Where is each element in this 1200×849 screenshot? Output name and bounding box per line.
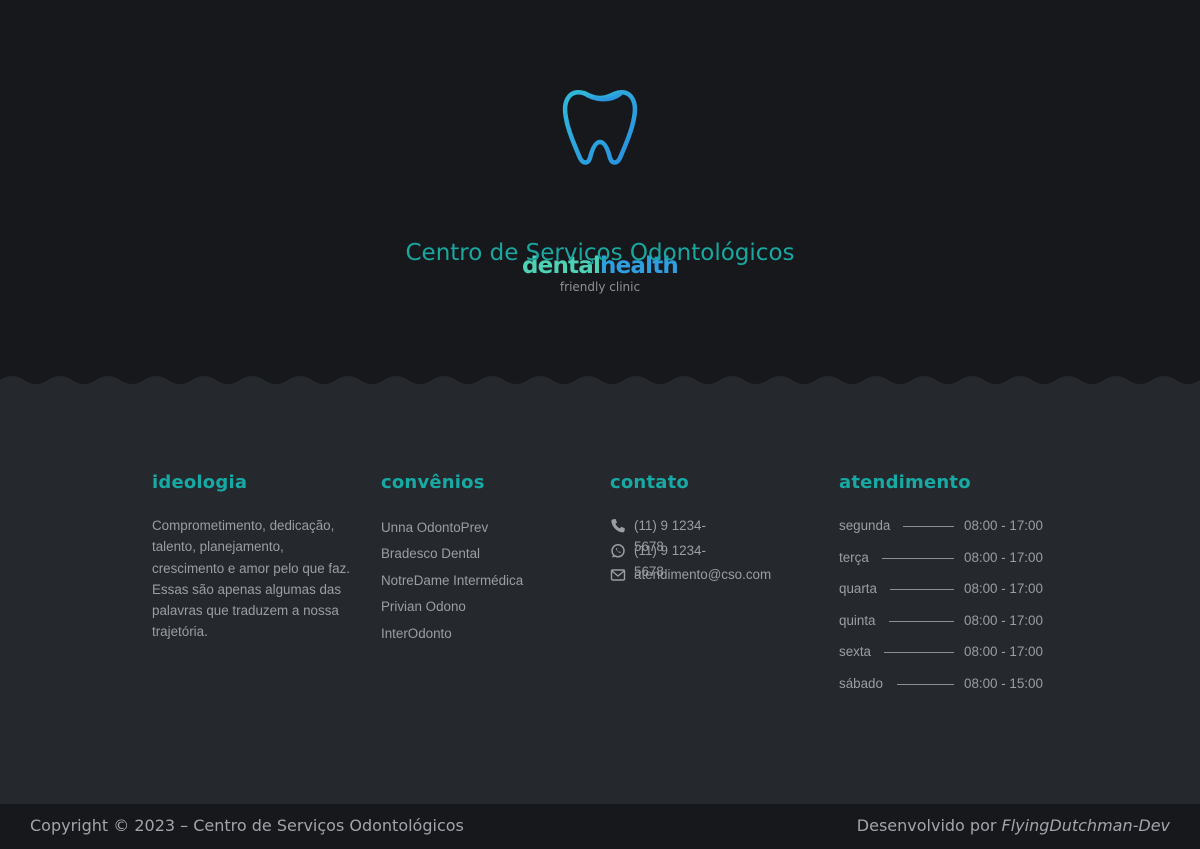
hours-row: quinta 08:00 - 17:00	[839, 610, 1069, 642]
hours-row: terça 08:00 - 17:00	[839, 547, 1069, 579]
hours-divider	[889, 620, 954, 622]
atendimento-column: atendimento segunda 08:00 - 17:00 terça …	[839, 472, 1069, 705]
hours-time: 08:00 - 17:00	[964, 644, 1043, 660]
tooth-icon	[562, 90, 638, 165]
hours-divider	[884, 652, 954, 654]
ideologia-text: Comprometimento, dedicação, talento, pla…	[152, 518, 350, 640]
brand-logo[interactable]: dentalhealth friendly clinic	[520, 84, 680, 294]
developer-link[interactable]: FlyingDutchman-Dev	[1002, 816, 1170, 835]
hours-day: segunda	[839, 518, 891, 533]
contato-column: contato (11) 9 1234-5678 (11) 9 1234-567…	[610, 472, 810, 582]
hours-divider	[897, 683, 954, 685]
phone-icon	[611, 519, 625, 533]
hours-day: sexta	[839, 644, 872, 660]
convenios-heading: convênios	[381, 472, 485, 493]
hours-time: 08:00 - 17:00	[964, 518, 1043, 533]
hours-divider	[903, 526, 954, 527]
hero-section: dentalhealth friendly clinic Centro de S…	[0, 0, 1200, 380]
hours-row: sexta 08:00 - 17:00	[839, 641, 1069, 673]
hours-row: sábado 08:00 - 15:00	[839, 673, 1069, 705]
convenio-item[interactable]: Bradesco Dental	[381, 541, 581, 567]
hours-row: segunda 08:00 - 17:00	[839, 515, 1069, 547]
hours-day: quinta	[839, 612, 876, 628]
hours-time: 08:00 - 17:00	[964, 612, 1043, 628]
hours-time: 08:00 - 17:00	[964, 581, 1043, 597]
hours-day: sábado	[839, 675, 883, 691]
hours-divider	[882, 557, 954, 559]
ideologia-column: ideologia Comprometimento, dedicação, ta…	[152, 472, 357, 643]
convenio-item[interactable]: NotreDame Intermédica	[381, 568, 581, 594]
hours-time: 08:00 - 17:00	[964, 549, 1043, 565]
hours-list: segunda 08:00 - 17:00 terça 08:00 - 17:0…	[839, 515, 1069, 705]
envelope-icon	[610, 569, 626, 581]
developed-by-label: Desenvolvido por	[856, 816, 997, 835]
brand-tagline: friendly clinic	[559, 280, 641, 294]
ideologia-heading: ideologia	[152, 472, 248, 493]
hours-divider	[890, 589, 954, 591]
contato-heading: contato	[610, 472, 689, 493]
hero-title: Centro de Serviços Odontológicos	[405, 240, 795, 266]
hours-day: quarta	[839, 581, 877, 597]
footer-section: ideologia Comprometimento, dedicação, ta…	[0, 384, 1200, 804]
hours-day: terça	[839, 549, 869, 565]
atendimento-heading: atendimento	[839, 472, 971, 493]
hours-row: quarta 08:00 - 17:00	[839, 578, 1069, 610]
bottom-bar: Copyright © 2023 – Centro de Serviços Od…	[0, 804, 1200, 849]
whatsapp-icon	[611, 543, 625, 558]
hours-time: 08:00 - 15:00	[964, 675, 1043, 691]
convenio-item[interactable]: InterOdonto	[381, 621, 581, 647]
convenios-list: Unna OdontoPrev Bradesco Dental NotreDam…	[381, 515, 581, 647]
convenio-item[interactable]: Privian Odono	[381, 594, 581, 620]
developer-credit: Desenvolvido por FlyingDutchman-Dev	[857, 816, 1170, 836]
convenio-item[interactable]: Unna OdontoPrev	[381, 515, 581, 541]
email-address: atendimento@cso.com	[634, 567, 772, 582]
copyright-text: Copyright © 2023 – Centro de Serviços Od…	[30, 816, 464, 835]
convenios-column: convênios Unna OdontoPrev Bradesco Denta…	[381, 472, 581, 647]
